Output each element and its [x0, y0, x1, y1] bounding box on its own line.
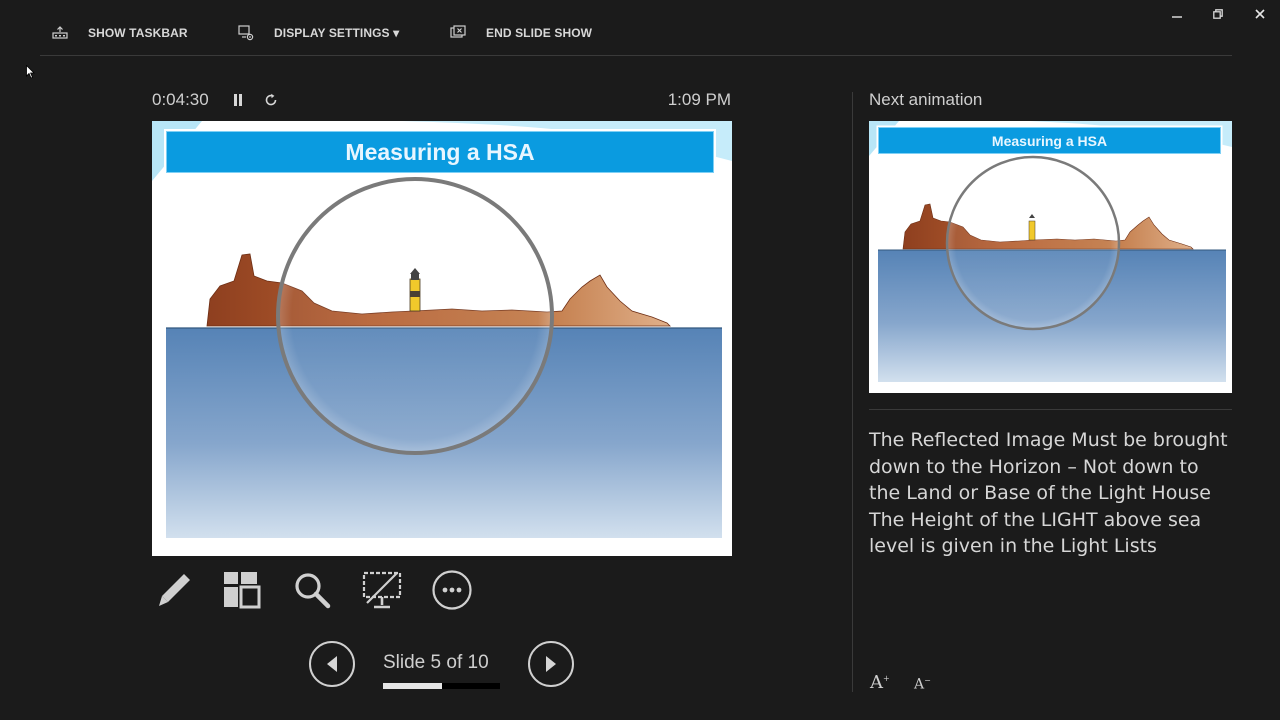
pane-divider — [852, 92, 853, 692]
elapsed-timer: 0:04:30 — [152, 90, 209, 109]
notes-paragraph: The Reflected Image Must be brought down… — [869, 429, 1228, 504]
taskbar-icon — [52, 26, 68, 39]
preview-title-bar: Measuring a HSA — [878, 127, 1221, 154]
notes-divider — [869, 409, 1232, 410]
restore-icon — [1213, 9, 1223, 19]
pen-icon — [159, 574, 190, 606]
restart-timer-icon — [265, 93, 277, 106]
more-options-icon — [432, 570, 472, 610]
show-taskbar-button[interactable]: SHOW TASKBAR — [52, 22, 188, 44]
pen-tool-button[interactable] — [152, 568, 196, 612]
slide-counter[interactable]: Slide 5 of 10 — [383, 652, 489, 674]
notes-paragraph: The Height of the LIGHT above sea level … — [869, 508, 1202, 558]
current-slide[interactable]: Measuring a HSA — [152, 121, 732, 556]
slide-progress-bar — [383, 683, 500, 689]
pause-icon — [234, 94, 242, 106]
next-arrow-icon — [546, 656, 556, 672]
magnifier-lens — [276, 177, 554, 455]
end-slide-show-button[interactable]: END SLIDE SHOW — [450, 22, 592, 44]
see-all-slides-button[interactable] — [220, 568, 264, 612]
close-button[interactable] — [1246, 4, 1274, 24]
speaker-notes[interactable]: The Reflected Image Must be brought down… — [869, 427, 1229, 560]
next-slide-button[interactable] — [528, 641, 574, 687]
more-options-button[interactable] — [430, 568, 474, 612]
end-slide-show-icon — [450, 25, 466, 38]
pause-timer-button[interactable] — [229, 90, 247, 110]
display-settings-icon — [238, 25, 254, 41]
next-animation-label: Next animation — [869, 90, 983, 109]
see-all-slides-icon — [224, 572, 261, 609]
increase-font-icon: A — [870, 672, 883, 693]
current-time: 1:09 PM — [667, 90, 731, 109]
restore-button[interactable] — [1204, 4, 1232, 24]
restart-timer-button[interactable] — [262, 90, 280, 110]
preview-slide-title: Measuring a HSA — [991, 132, 1108, 149]
next-animation-preview[interactable]: Measuring a HSA — [869, 121, 1232, 393]
decrease-font-button[interactable]: A− — [914, 676, 931, 693]
zoom-icon — [295, 573, 331, 609]
display-settings-label: DISPLAY SETTINGS ▾ — [274, 26, 400, 40]
zoom-button[interactable] — [290, 568, 334, 612]
slide-progress-fill — [383, 683, 442, 689]
black-screen-button[interactable] — [360, 568, 404, 612]
minimize-button[interactable] — [1163, 4, 1191, 24]
previous-slide-button[interactable] — [309, 641, 355, 687]
minimize-icon — [1172, 16, 1182, 18]
close-icon — [1255, 9, 1265, 19]
increase-font-button[interactable]: A+ — [870, 672, 890, 693]
decrease-font-icon: A — [914, 676, 925, 693]
mouse-cursor-icon — [26, 65, 35, 79]
previous-arrow-icon — [327, 656, 337, 672]
slide-title: Measuring a HSA — [345, 138, 535, 165]
current-slide-artwork — [152, 121, 732, 538]
end-slide-show-label: END SLIDE SHOW — [486, 26, 593, 40]
display-settings-button[interactable]: DISPLAY SETTINGS ▾ — [238, 22, 399, 44]
next-slide-artwork — [869, 121, 1232, 382]
black-screen-icon — [362, 571, 402, 609]
show-taskbar-label: SHOW TASKBAR — [88, 26, 188, 40]
toolbar-divider — [40, 55, 1232, 56]
slide-title-bar: Measuring a HSA — [166, 131, 714, 173]
